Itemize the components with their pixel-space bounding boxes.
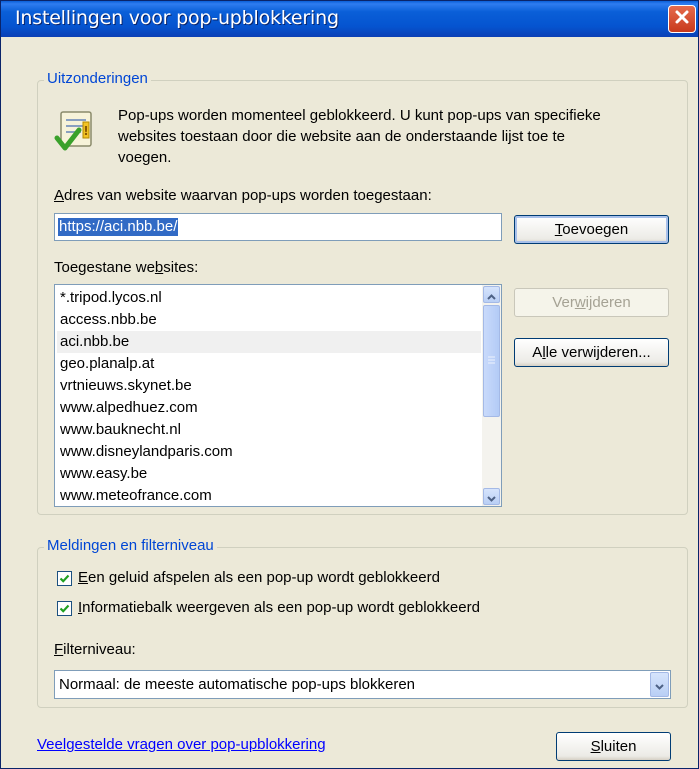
filter-level-label: Filterniveau: bbox=[54, 641, 136, 658]
address-label: Adres van website waarvan pop-ups worden… bbox=[54, 187, 432, 204]
shield-check-icon: ! bbox=[53, 108, 101, 154]
chevron-down-icon bbox=[487, 487, 496, 506]
list-item[interactable]: *.tripod.lycos.nl bbox=[57, 287, 481, 309]
title-bar[interactable]: Instellingen voor pop-upblokkering bbox=[1, 1, 698, 37]
list-item[interactable]: www.bauknecht.nl bbox=[57, 419, 481, 441]
scroll-up-button[interactable] bbox=[483, 286, 500, 303]
remove-all-button[interactable]: Alle verwijderen... bbox=[514, 338, 669, 367]
play-sound-label[interactable]: Een geluid afspelen als een pop-up wordt… bbox=[78, 569, 440, 586]
address-value: https://aci.nbb.be/ bbox=[58, 218, 179, 236]
svg-text:!: ! bbox=[83, 124, 88, 138]
close-button[interactable]: Sluiten bbox=[556, 732, 671, 761]
close-window-button[interactable] bbox=[668, 5, 696, 33]
list-item-selected[interactable]: aci.nbb.be bbox=[57, 331, 481, 353]
allowed-sites-list[interactable]: *.tripod.lycos.nl access.nbb.be aci.nbb.… bbox=[54, 284, 502, 507]
filter-level-dropdown-button[interactable] bbox=[650, 672, 669, 697]
list-item[interactable]: www.meteofrance.com bbox=[57, 485, 481, 506]
chevron-up-icon bbox=[487, 285, 496, 304]
list-item[interactable]: www.easy.be bbox=[57, 463, 481, 485]
scroll-down-button[interactable] bbox=[483, 488, 500, 505]
add-button[interactable]: Toevoegen bbox=[514, 215, 669, 244]
address-label-text: dres van website waarvan pop-ups worden … bbox=[64, 187, 432, 204]
remove-button[interactable]: Verwijderen bbox=[514, 288, 669, 317]
filter-level-select[interactable]: Normaal: de meeste automatische pop-ups … bbox=[54, 670, 671, 699]
info-line-3: voegen. bbox=[118, 149, 172, 166]
allowed-sites-label: Toegestane websites: bbox=[54, 259, 199, 276]
checkmark-icon bbox=[59, 569, 70, 588]
list-item[interactable]: vrtnieuws.skynet.be bbox=[57, 375, 481, 397]
faq-link[interactable]: Veelgestelde vragen over pop-upblokkerin… bbox=[37, 736, 326, 753]
info-line-1: Pop-ups worden momenteel geblokkeerd. U … bbox=[118, 107, 601, 124]
list-item[interactable]: access.nbb.be bbox=[57, 309, 481, 331]
popup-blocker-dialog: Instellingen voor pop-upblokkering Uitzo… bbox=[0, 0, 699, 769]
show-infobar-label[interactable]: Informatiebalk weergeven als een pop-up … bbox=[78, 599, 480, 616]
info-line-2: websites toestaan door die website aan d… bbox=[118, 128, 565, 145]
window-title: Instellingen voor pop-upblokkering bbox=[15, 7, 339, 29]
chevron-down-icon bbox=[655, 675, 664, 694]
scroll-thumb[interactable] bbox=[483, 305, 500, 417]
close-icon bbox=[674, 9, 690, 29]
checkmark-icon bbox=[59, 599, 70, 618]
filter-level-value: Normaal: de meeste automatische pop-ups … bbox=[59, 676, 416, 693]
show-infobar-checkbox[interactable] bbox=[57, 601, 72, 616]
add-button-label: oevoegen bbox=[562, 221, 629, 238]
address-input[interactable]: https://aci.nbb.be/ bbox=[54, 213, 502, 241]
notifications-legend: Meldingen en filterniveau bbox=[44, 537, 217, 554]
list-item[interactable]: geo.planalp.at bbox=[57, 353, 481, 375]
list-item[interactable]: www.disneylandparis.com bbox=[57, 441, 481, 463]
list-scrollbar[interactable] bbox=[482, 285, 501, 506]
list-item[interactable]: www.alpedhuez.com bbox=[57, 397, 481, 419]
play-sound-checkbox[interactable] bbox=[57, 571, 72, 586]
exceptions-legend: Uitzonderingen bbox=[44, 70, 151, 87]
